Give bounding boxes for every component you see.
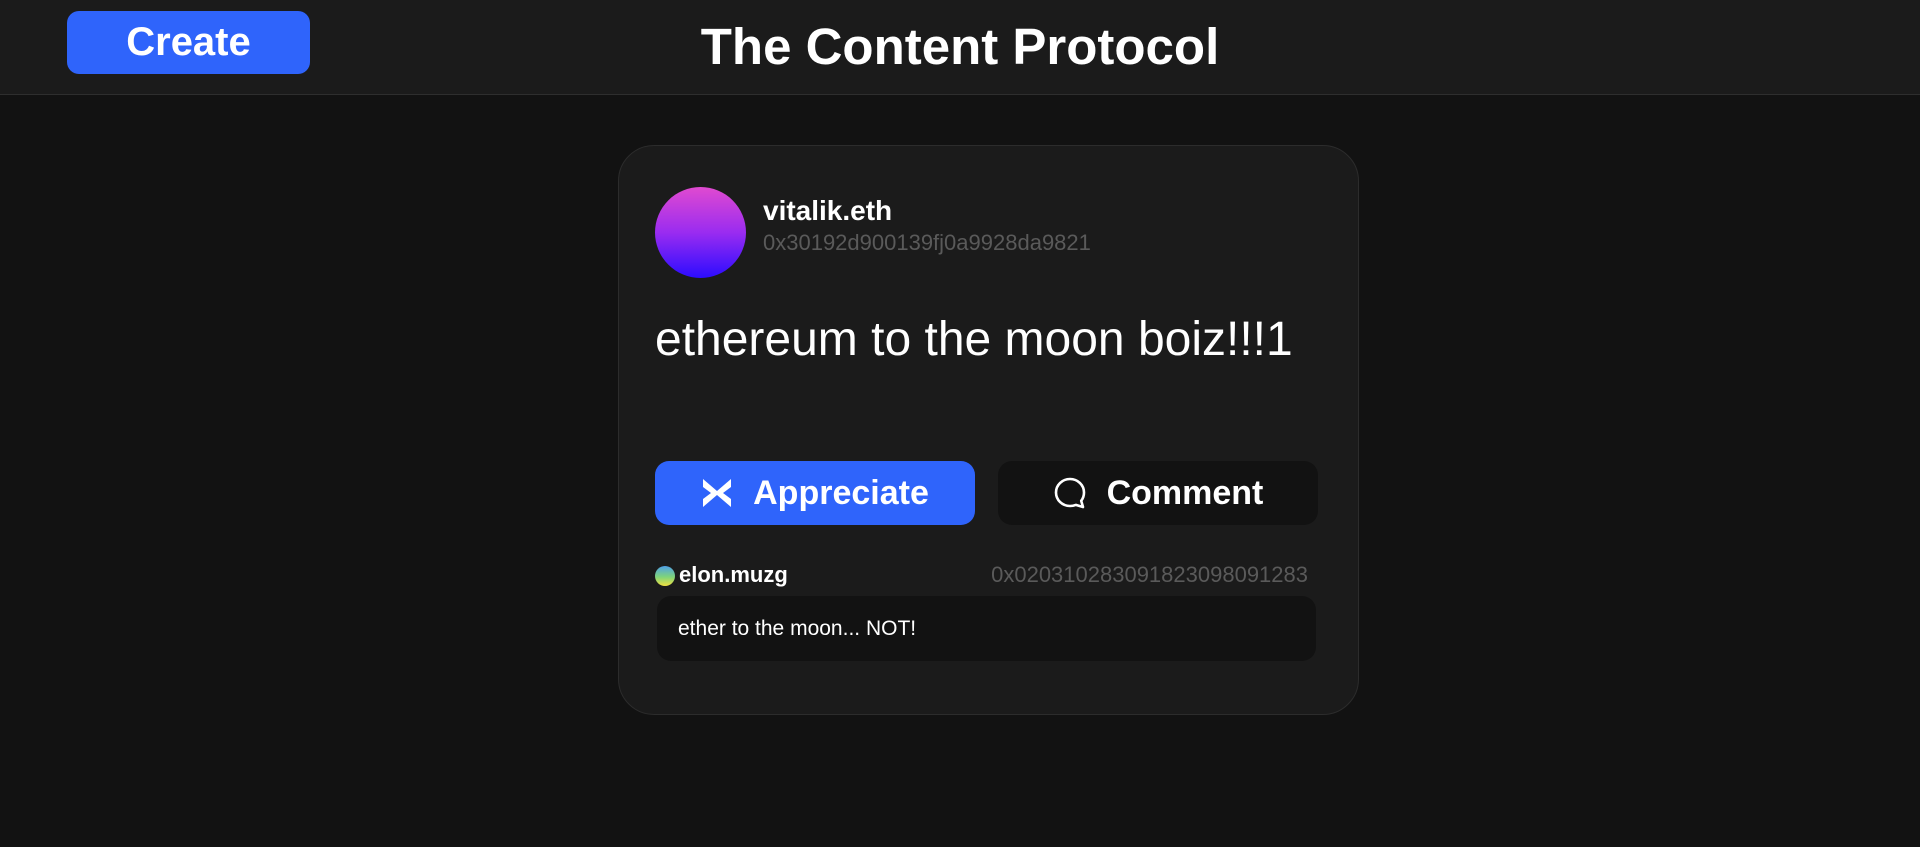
comment-text: ether to the moon... NOT! [657, 596, 1316, 661]
author-address: 0x30192d900139fj0a9928da9821 [763, 230, 1091, 255]
author-name[interactable]: vitalik.eth [763, 194, 892, 228]
speech-bubble-icon [1053, 476, 1087, 510]
appreciate-button[interactable]: Appreciate [655, 461, 975, 525]
avatar[interactable] [655, 187, 746, 278]
comment-avatar[interactable] [655, 566, 675, 586]
page-title: The Content Protocol [700, 18, 1220, 75]
top-bar: Create The Content Protocol [0, 0, 1920, 95]
post-text: ethereum to the moon boiz!!!1 [655, 313, 1293, 366]
comment-author-name[interactable]: elon.muzg [679, 561, 788, 589]
comment-button[interactable]: Comment [998, 461, 1318, 525]
comment-author-address: 0x0203102830918230980912​83 [991, 562, 1308, 587]
appreciate-label: Appreciate [753, 473, 929, 512]
appreciate-icon [701, 477, 733, 509]
post-card: vitalik.eth 0x30192d900139fj0a9928da9821… [618, 145, 1359, 715]
comment-label: Comment [1106, 473, 1264, 512]
